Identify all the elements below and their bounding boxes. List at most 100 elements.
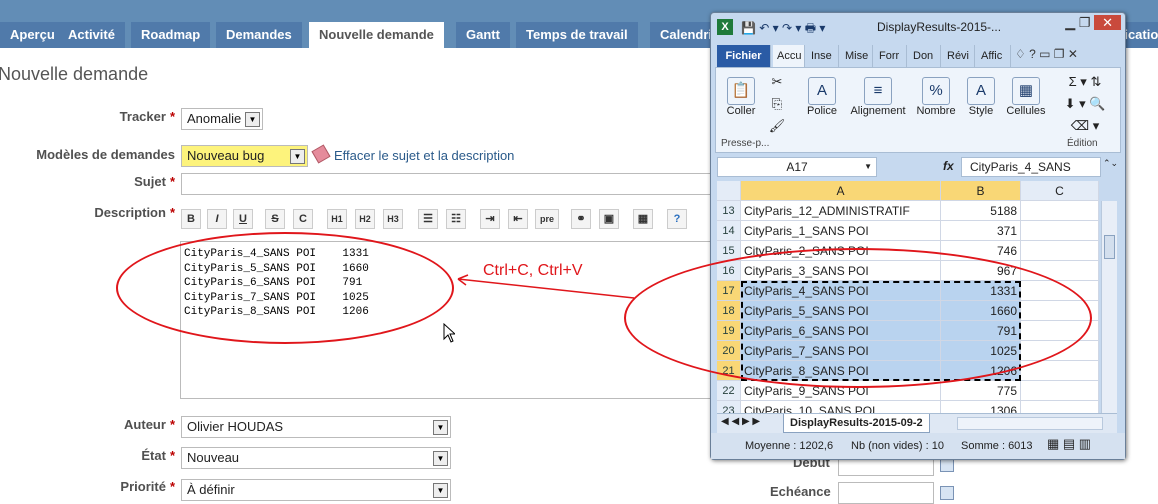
sheet-tab[interactable]: DisplayResults-2015-09-2 — [783, 414, 930, 433]
tab-gantt[interactable]: Gantt — [456, 22, 510, 48]
clear-subject-link[interactable]: Effacer le sujet et la description — [334, 148, 514, 163]
priority-label: Priorité * — [120, 479, 175, 494]
cell-c[interactable] — [1021, 201, 1099, 221]
tab-temps-de-travail[interactable]: Temps de travail — [516, 22, 638, 48]
calendar-icon[interactable] — [940, 458, 954, 472]
templates-select[interactable]: Nouveau bug ▼ — [181, 145, 308, 167]
column-header-b[interactable]: B — [941, 181, 1021, 201]
tab-activite[interactable]: Activité — [58, 22, 125, 48]
cell-b[interactable]: 5188 — [941, 201, 1021, 221]
strike-button[interactable]: S — [265, 209, 285, 229]
tab-roadmap[interactable]: Roadmap — [131, 22, 211, 48]
pre-button[interactable]: pre — [535, 209, 559, 229]
ribbon-controls[interactable]: ♢ ? ▭ ❐ ✕ — [1015, 47, 1078, 61]
row-header[interactable]: 22 — [717, 381, 741, 401]
ribbon-tab-mise-en-page[interactable]: Mise — [841, 45, 873, 67]
heading2-button[interactable]: H2 — [355, 209, 375, 229]
cell-c[interactable] — [1021, 221, 1099, 241]
bold-button[interactable]: B — [181, 209, 201, 229]
sheet-tab-bar: ◀ ◀ ▶ ▶ DisplayResults-2015-09-2 — [717, 413, 1117, 433]
window-title: DisplayResults-2015-... — [877, 20, 1002, 34]
outdent-icon[interactable]: ⇤ — [508, 209, 528, 229]
due-date-label: Echéance — [770, 484, 831, 499]
excel-app-icon[interactable]: X — [717, 19, 733, 35]
chevron-down-icon: ▼ — [433, 420, 448, 435]
ribbon-tab-fichier[interactable]: Fichier — [717, 45, 771, 67]
expand-formula-icon[interactable]: ⌃⌄ — [1103, 158, 1118, 169]
paste-icon: 📋 — [727, 77, 755, 105]
name-box[interactable]: A17 ▼ — [717, 157, 877, 177]
annotation-ellipse-target — [116, 232, 454, 344]
annotation-ellipse-source — [624, 248, 1092, 388]
excel-window: X 💾 ↶ ▾ ↷ ▾ 🖶 ▾ DisplayResults-2015-... … — [710, 12, 1126, 460]
ribbon-tab-insertion[interactable]: Inse — [807, 45, 839, 67]
scrollbar-thumb[interactable] — [1104, 235, 1115, 259]
link-icon[interactable]: ⚭ — [571, 209, 591, 229]
sheet-nav-arrows[interactable]: ◀ ◀ ▶ ▶ — [721, 416, 760, 427]
table-icon[interactable]: ▦ — [633, 209, 653, 229]
underline-button[interactable]: U — [233, 209, 253, 229]
cell-a[interactable]: CityParis_12_ADMINISTRATIF — [741, 201, 941, 221]
tab-demandes[interactable]: Demandes — [216, 22, 302, 48]
chevron-down-icon: ▼ — [433, 451, 448, 466]
editing-group-label: Édition — [1067, 138, 1098, 149]
due-date-input[interactable] — [838, 482, 934, 504]
number-group[interactable]: % Nombre — [911, 71, 961, 155]
priority-select[interactable]: À définir ▼ — [181, 479, 451, 501]
clipboard-group-label: Presse-p... — [721, 138, 770, 149]
ribbon-tab-accueil[interactable]: Accu — [773, 45, 805, 67]
image-icon[interactable]: ▣ — [599, 209, 619, 229]
cell-c[interactable] — [1021, 381, 1099, 401]
select-all-corner[interactable] — [717, 181, 741, 201]
calendar-icon[interactable] — [940, 486, 954, 500]
page-title: Nouvelle demande — [0, 64, 149, 84]
code-button[interactable]: C — [293, 209, 313, 229]
cells-group[interactable]: ▦ Cellules — [1001, 71, 1051, 155]
cell-a[interactable]: CityParis_1_SANS POI — [741, 221, 941, 241]
description-label: Description * — [94, 205, 175, 220]
status-average: Moyenne : 1202,6 — [745, 440, 834, 452]
horizontal-scrollbar[interactable] — [957, 417, 1103, 430]
status-sum: Somme : 6013 — [961, 440, 1033, 452]
cell-b[interactable]: 371 — [941, 221, 1021, 241]
row-header[interactable]: 14 — [717, 221, 741, 241]
numbered-list-icon[interactable]: ☷ — [446, 209, 466, 229]
templates-label: Modèles de demandes — [36, 147, 175, 162]
heading1-button[interactable]: H1 — [327, 209, 347, 229]
tab-nouvelle-demande[interactable]: Nouvelle demande — [309, 22, 444, 48]
cell-b[interactable]: 775 — [941, 381, 1021, 401]
row-header[interactable]: 13 — [717, 201, 741, 221]
vertical-scrollbar[interactable] — [1101, 201, 1117, 413]
indent-icon[interactable]: ⇥ — [480, 209, 500, 229]
style-group[interactable]: A Style — [961, 71, 1001, 155]
subject-input[interactable] — [181, 173, 721, 195]
ribbon-tab-revision[interactable]: Révi — [943, 45, 975, 67]
window-controls[interactable]: ▁ ❐ ✕ — [1011, 15, 1121, 35]
ribbon-tab-formules[interactable]: Forr — [875, 45, 907, 67]
author-select[interactable]: Olivier HOUDAS ▼ — [181, 416, 451, 438]
mouse-cursor-icon — [443, 323, 455, 343]
help-icon[interactable]: ? — [667, 209, 687, 229]
heading3-button[interactable]: H3 — [383, 209, 403, 229]
formula-bar[interactable]: CityParis_4_SANS — [961, 157, 1101, 177]
column-header-c[interactable]: C — [1021, 181, 1099, 201]
column-header-a[interactable]: A — [741, 181, 941, 201]
status-bar: Moyenne : 1202,6 Nb (non vides) : 10 Som… — [711, 433, 1125, 459]
quick-access-toolbar[interactable]: 💾 ↶ ▾ ↷ ▾ 🖶 ▾ — [741, 19, 825, 40]
cell-c[interactable] — [1021, 241, 1099, 261]
align-icon: ≡ — [864, 77, 892, 105]
function-icon[interactable]: fx — [943, 159, 954, 173]
ribbon-tab-donnees[interactable]: Don — [909, 45, 941, 67]
ribbon-tab-affichage[interactable]: Affic — [977, 45, 1011, 67]
subject-label: Sujet * — [134, 174, 175, 189]
state-select[interactable]: Nouveau ▼ — [181, 447, 451, 469]
alignment-group[interactable]: ≡ Alignement — [845, 71, 911, 155]
bullet-list-icon[interactable]: ☰ — [418, 209, 438, 229]
italic-button[interactable]: I — [207, 209, 227, 229]
font-group[interactable]: A Police — [799, 71, 845, 155]
eraser-icon[interactable] — [311, 144, 331, 164]
tracker-label: Tracker * — [119, 109, 175, 124]
tab-apercu[interactable]: Aperçu — [0, 22, 65, 48]
tracker-select[interactable]: Anomalie ▼ — [181, 108, 263, 130]
view-buttons[interactable]: ▦ ▤ ▥ — [1047, 436, 1091, 452]
